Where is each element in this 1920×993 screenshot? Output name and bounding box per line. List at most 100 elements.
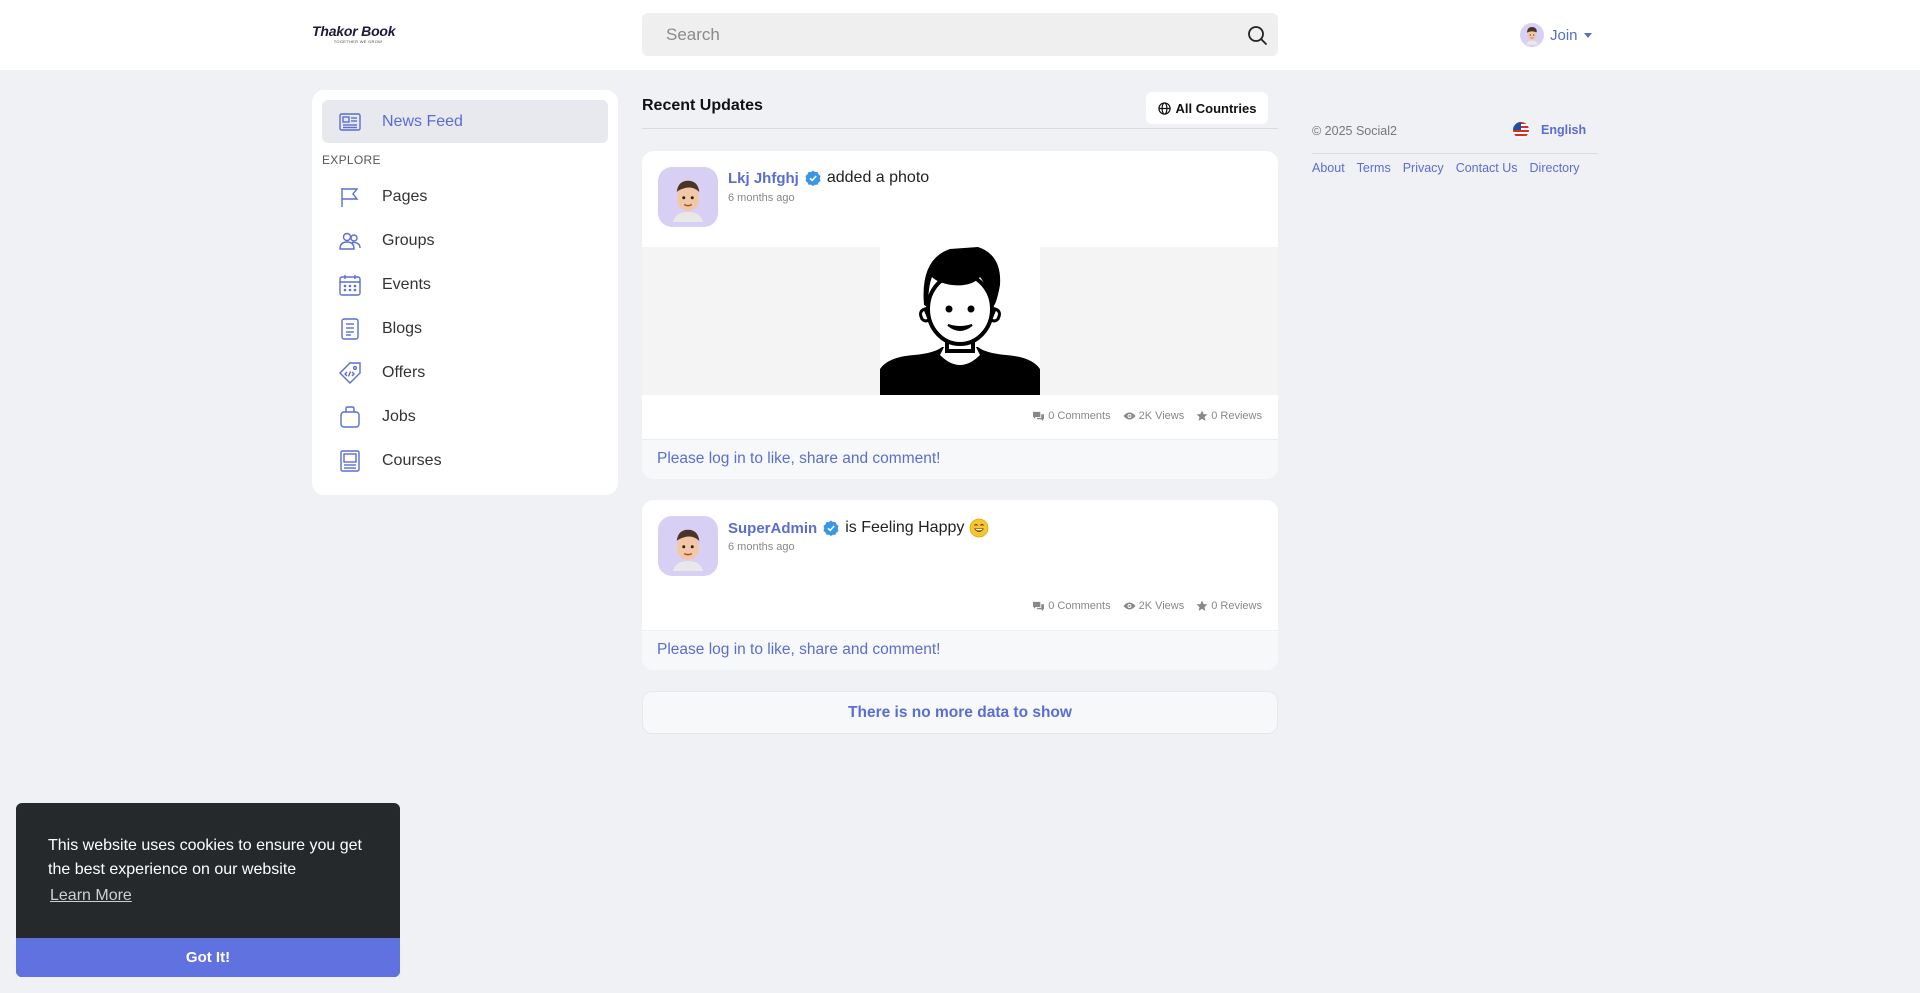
footer-link-directory[interactable]: Directory	[1530, 161, 1580, 175]
footer-links: About Terms Privacy Contact Us Directory	[1312, 161, 1592, 175]
post-card: Lkj Jhfghj added a photo 6 months ago 0 …	[642, 151, 1278, 479]
post-photo-container	[642, 247, 1278, 395]
sidebar-item-label: Groups	[382, 232, 435, 249]
post-header: SuperAdmin is Feeling Happy	[728, 518, 989, 538]
search-icon[interactable]	[1246, 24, 1268, 46]
post-footer: Please log in to like, share and comment…	[642, 630, 1278, 670]
site-logo[interactable]: Thakor Book TOGETHER WE GROW	[312, 24, 404, 48]
sidebar-item-label: Events	[382, 276, 431, 293]
end-of-feed-message: There is no more data to show	[642, 691, 1278, 734]
cookie-message: This website uses cookies to ensure you …	[48, 837, 362, 878]
login-prompt-link[interactable]: Please log in to like, share and comment…	[657, 450, 940, 468]
star-icon	[1196, 600, 1208, 611]
all-countries-button[interactable]: All Countries	[1146, 92, 1268, 124]
views-count[interactable]: 2K Views	[1123, 600, 1185, 612]
document-icon	[341, 318, 359, 340]
copyright-text: © 2025 Social2	[1312, 124, 1397, 138]
avatar-face-icon	[673, 180, 703, 222]
sidebar-item-label: News Feed	[382, 112, 463, 130]
comments-count[interactable]: 0 Comments	[1032, 410, 1111, 422]
cookie-banner: This website uses cookies to ensure you …	[16, 803, 400, 977]
author-name[interactable]: Lkj Jhfghj	[728, 170, 799, 187]
comments-icon	[1033, 411, 1045, 421]
sidebar-item-courses[interactable]: Courses	[322, 441, 608, 481]
comments-icon	[1033, 601, 1045, 611]
author-name[interactable]: SuperAdmin	[728, 520, 817, 537]
calendar-icon	[339, 275, 361, 296]
language-label: English	[1541, 123, 1587, 137]
sidebar-item-blogs[interactable]: Blogs	[322, 309, 608, 349]
logo-tagline: TOGETHER WE GROW	[333, 39, 383, 44]
comments-label: 0 Comments	[1048, 410, 1111, 422]
sidebar-item-news-feed[interactable]: News Feed	[322, 100, 608, 143]
feed-title: Recent Updates	[642, 97, 763, 114]
footer-link-about[interactable]: About	[1312, 161, 1345, 175]
us-flag-icon	[1513, 122, 1529, 138]
eye-icon	[1123, 412, 1136, 420]
all-countries-label: All Countries	[1175, 100, 1257, 116]
avatar-face-icon	[673, 529, 703, 571]
join-label: Join	[1550, 26, 1578, 44]
caret-down-icon	[1583, 32, 1592, 38]
post-action-text: is Feeling Happy	[845, 519, 965, 536]
sidebar-item-pages[interactable]: Pages	[322, 177, 608, 217]
sidebar-item-jobs[interactable]: Jobs	[322, 397, 608, 437]
login-prompt-link[interactable]: Please log in to like, share and comment…	[657, 641, 940, 659]
footer-link-terms[interactable]: Terms	[1357, 161, 1391, 175]
search-bar	[642, 13, 1278, 56]
sidebar-item-events[interactable]: Events	[322, 265, 608, 305]
post-footer: Please log in to like, share and comment…	[642, 439, 1278, 479]
views-count[interactable]: 2K Views	[1123, 410, 1185, 422]
reviews-label: 0 Reviews	[1211, 410, 1262, 422]
post-timestamp[interactable]: 6 months ago	[728, 192, 795, 204]
views-label: 2K Views	[1138, 410, 1185, 422]
happy-emoji-icon	[969, 518, 989, 538]
top-header: Thakor Book TOGETHER WE GROW Join	[0, 0, 1920, 70]
author-avatar[interactable]	[658, 516, 718, 576]
avatar-face-icon	[1526, 27, 1538, 45]
learn-more-link[interactable]: Learn More	[50, 887, 132, 905]
left-sidebar: News Feed EXPLORE Pages Groups Events Bl…	[312, 90, 618, 495]
divider	[1312, 153, 1598, 154]
sidebar-item-groups[interactable]: Groups	[322, 221, 608, 261]
accept-cookies-button[interactable]: Got It!	[16, 938, 400, 977]
post-header: Lkj Jhfghj added a photo	[728, 169, 929, 187]
sidebar-item-label: Pages	[382, 188, 428, 205]
explore-heading: EXPLORE	[322, 153, 381, 167]
star-icon	[1196, 410, 1208, 421]
verified-badge-icon	[805, 170, 821, 186]
sidebar-item-label: Blogs	[382, 320, 423, 337]
post-action-text: added a photo	[826, 169, 930, 186]
newspaper-icon	[339, 112, 361, 131]
sidebar-item-label: Jobs	[382, 408, 416, 425]
user-avatar	[1520, 23, 1544, 47]
join-dropdown[interactable]: Join	[1520, 22, 1592, 48]
flag-icon	[341, 188, 359, 207]
reviews-count[interactable]: 0 Reviews	[1196, 410, 1262, 422]
logo-text: Thakor Book	[312, 23, 396, 39]
globe-icon	[1157, 101, 1171, 115]
footer-link-contact[interactable]: Contact Us	[1456, 161, 1518, 175]
users-icon	[339, 232, 361, 250]
sidebar-item-label: Offers	[382, 364, 426, 381]
tag-icon	[339, 362, 361, 384]
verified-badge-icon	[823, 520, 839, 536]
views-label: 2K Views	[1138, 600, 1185, 612]
comments-count[interactable]: 0 Comments	[1032, 600, 1111, 612]
sidebar-item-label: Courses	[382, 452, 442, 469]
comments-label: 0 Comments	[1048, 600, 1111, 612]
post-photo[interactable]	[880, 247, 1040, 395]
eye-icon	[1123, 602, 1136, 610]
post-stats: 0 Comments 2K Views 0 Reviews	[1020, 600, 1262, 612]
sidebar-item-offers[interactable]: Offers	[322, 353, 608, 393]
post-card: SuperAdmin is Feeling Happy 6 months ago…	[642, 500, 1278, 670]
book-icon	[340, 450, 360, 472]
post-timestamp[interactable]: 6 months ago	[728, 541, 795, 553]
search-input[interactable]	[642, 13, 1232, 56]
briefcase-icon	[340, 406, 360, 428]
author-avatar[interactable]	[658, 167, 718, 227]
reviews-count[interactable]: 0 Reviews	[1196, 600, 1262, 612]
footer-link-privacy[interactable]: Privacy	[1403, 161, 1444, 175]
post-stats: 0 Comments 2K Views 0 Reviews	[1020, 410, 1262, 422]
language-selector[interactable]: English	[1513, 122, 1586, 138]
